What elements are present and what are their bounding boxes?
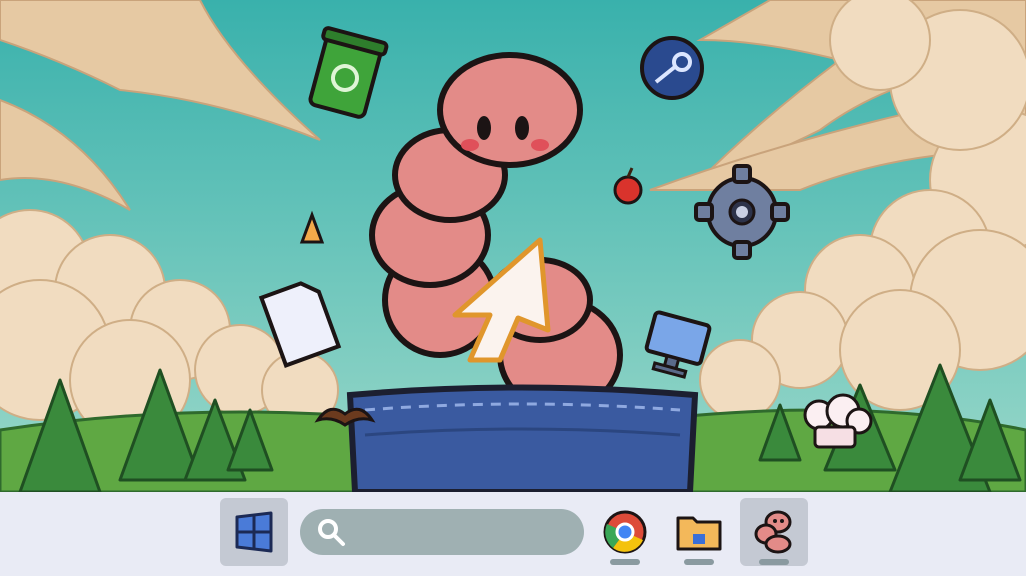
running-indicator-files: [684, 559, 714, 565]
taskbar-app-file-explorer[interactable]: [665, 498, 733, 566]
chrome-icon: [603, 510, 647, 554]
running-indicator-chrome: [610, 559, 640, 565]
desktop-wallpaper: [0, 0, 1026, 492]
running-indicator-worm: [759, 559, 789, 565]
worm-icon: [754, 510, 792, 554]
steam-icon: [640, 36, 704, 100]
taskbar-app-chrome[interactable]: [591, 498, 659, 566]
folder-icon: [676, 516, 722, 551]
jeans-pocket: [346, 384, 699, 492]
search-icon: [318, 519, 345, 546]
search-box[interactable]: [300, 509, 584, 555]
taskbar: [0, 492, 1026, 576]
search-input[interactable]: [356, 517, 576, 547]
start-button[interactable]: [220, 498, 288, 566]
wallpaper-art: [0, 0, 1026, 492]
windows-start-icon: [235, 511, 273, 553]
taskbar-app-worm[interactable]: [740, 498, 808, 566]
